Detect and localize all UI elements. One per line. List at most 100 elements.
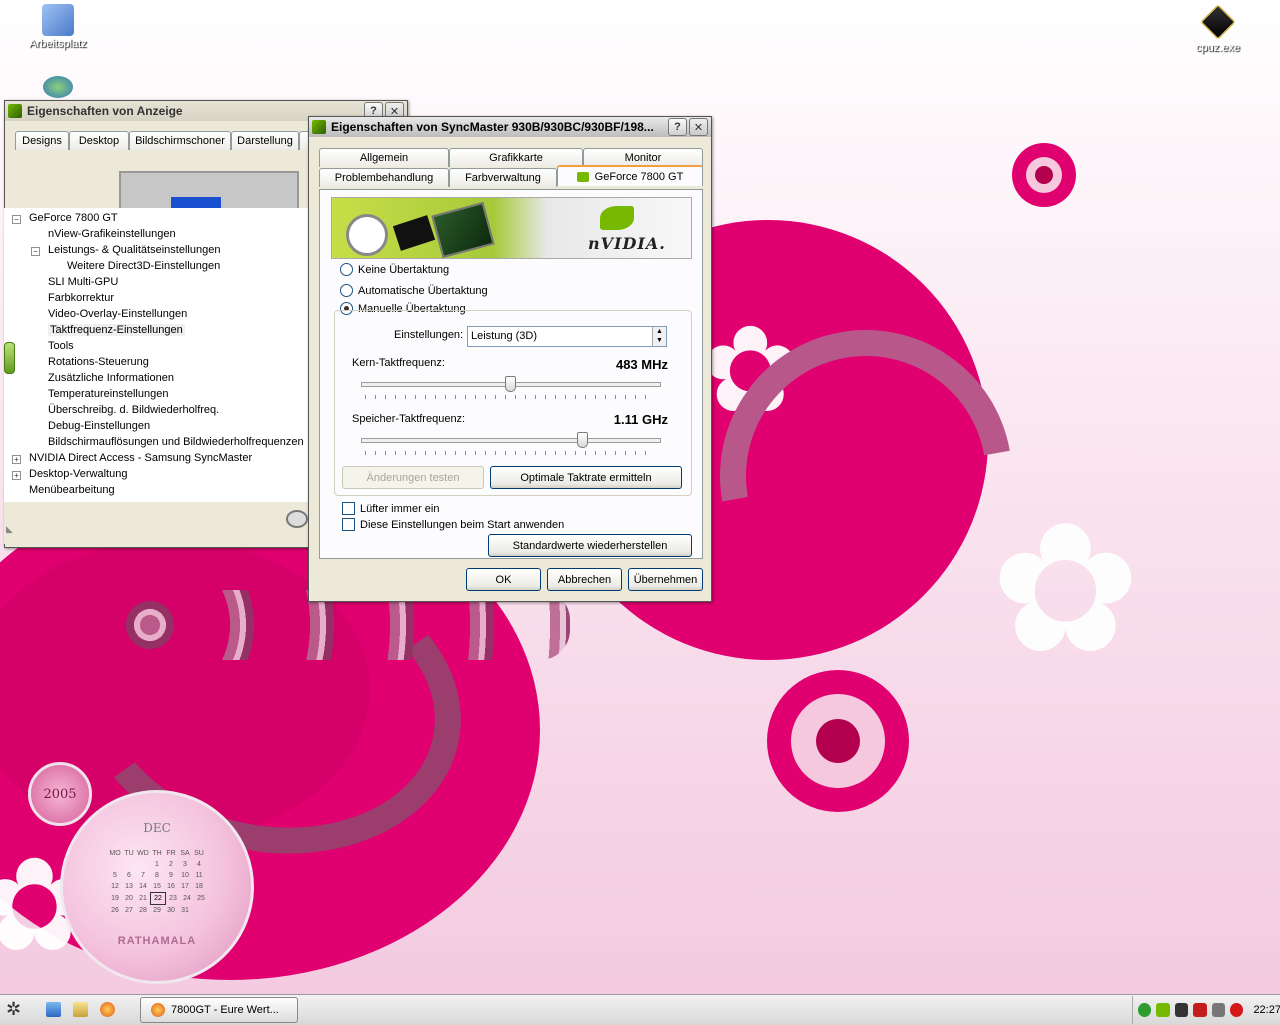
calendar-cell: 3 — [183, 861, 187, 868]
tree-item[interactable]: Rotations-Steuerung — [48, 356, 149, 368]
wallpaper-ring — [767, 670, 909, 812]
desktop-icon-arbeitsplatz[interactable]: Arbeitsplatz — [18, 4, 98, 50]
tree-item[interactable]: GeForce 7800 GT — [29, 212, 118, 224]
memory-clock-slider-thumb[interactable] — [576, 432, 588, 448]
calendar-year-badge: 2005 — [28, 762, 92, 826]
tree-item[interactable]: Tools — [48, 340, 74, 352]
tab-2[interactable]: Desktop — [69, 131, 129, 150]
calendar-cell: MO — [109, 850, 121, 857]
collapse-icon[interactable]: − — [31, 247, 40, 256]
overclock-radio-2[interactable]: Automatische Übertaktung — [340, 284, 488, 297]
core-clock-ticks — [365, 395, 655, 399]
help-button[interactable]: ? — [668, 118, 687, 136]
radio-dot[interactable] — [340, 284, 353, 297]
slide-handle-icon[interactable] — [4, 342, 15, 374]
tree-item[interactable]: Taktfrequenz-Einstellungen — [48, 324, 185, 336]
tab-row1-1[interactable]: Allgemein — [319, 148, 449, 167]
apply-at-startup-checkbox[interactable]: Diese Einstellungen beim Start anwenden — [342, 518, 564, 531]
settings-dropdown[interactable]: Leistung (3D) ▲ ▼ — [467, 326, 667, 347]
tree-item[interactable]: Farbkorrektur — [48, 292, 114, 304]
quicklaunch-explorer-icon[interactable] — [73, 1002, 88, 1017]
tree-item[interactable]: Leistungs- & Qualitätseinstellungen — [48, 244, 220, 256]
calendar-cell: 12 — [111, 883, 119, 890]
calendar-cell: 27 — [125, 907, 133, 914]
geforce-tab-panel: nVIDIA. Keine Übertaktung Automatische Üb… — [319, 189, 703, 559]
apply-button[interactable]: Übernehmen — [628, 568, 703, 591]
tree-item[interactable]: Bildschirmauflösungen und Bildwiederholf… — [48, 436, 304, 448]
tree-item[interactable]: Video-Overlay-Einstellungen — [48, 308, 187, 320]
calendar-month: DEC — [143, 821, 171, 835]
fan-always-on-checkbox[interactable]: Lüfter immer ein — [342, 502, 439, 515]
tab-4[interactable]: Darstellung — [231, 131, 299, 150]
memory-clock-slider-track[interactable] — [361, 438, 661, 443]
checkbox-box[interactable] — [342, 502, 355, 515]
syncmaster-properties-window: Eigenschaften von SyncMaster 930B/930BC/… — [308, 116, 712, 602]
tree-item[interactable]: nView-Grafikeinstellungen — [48, 228, 176, 240]
tab-1[interactable]: Designs — [15, 131, 69, 150]
checkbox-label: Lüfter immer ein — [360, 502, 440, 515]
tray-antivirus-icon[interactable] — [1174, 1003, 1189, 1017]
tab-row2-1[interactable]: Problembehandlung — [319, 168, 449, 187]
optimal-clock-button[interactable]: Optimale Taktrate ermitteln — [490, 466, 682, 489]
tab-row2-2[interactable]: Farbverwaltung — [449, 168, 557, 187]
calendar-cell: 5 — [113, 872, 117, 879]
calendar-cell: 19 — [111, 895, 119, 902]
firefox-icon — [151, 1003, 165, 1017]
overclock-radio-1[interactable]: Keine Übertaktung — [340, 263, 449, 276]
task-label: 7800GT - Eure Wert... — [171, 1004, 279, 1016]
calendar-cell: 18 — [195, 883, 203, 890]
tree-item[interactable]: Menübearbeitung — [29, 484, 115, 496]
quicklaunch-desktop-icon[interactable] — [46, 1002, 61, 1017]
tree-item[interactable]: SLI Multi-GPU — [48, 276, 118, 288]
tab-row2-3[interactable]: GeForce 7800 GT — [557, 165, 703, 186]
tray-alert-icon[interactable] — [1193, 1003, 1207, 1017]
nvidia-logo-icon — [600, 206, 634, 230]
desktop-icon-cpuz[interactable]: cpuz.exe — [1178, 4, 1258, 54]
tree-item[interactable]: NVIDIA Direct Access - Samsung SyncMaste… — [29, 452, 252, 464]
tree-item[interactable]: Temperatureinstellungen — [48, 388, 168, 400]
tray-network-icon[interactable] — [1138, 1003, 1152, 1017]
test-changes-button[interactable]: Änderungen testen — [342, 466, 484, 489]
resize-grip-icon[interactable]: ◣ — [6, 524, 13, 535]
tray-printer-icon[interactable] — [1211, 1003, 1226, 1017]
tray-security-icon[interactable] — [1230, 1003, 1244, 1017]
expand-icon[interactable]: + — [12, 471, 21, 480]
syncmaster-titlebar[interactable]: Eigenschaften von SyncMaster 930B/930BC/… — [309, 117, 711, 137]
core-clock-slider-thumb[interactable] — [505, 376, 516, 392]
calendar-cell: 30 — [167, 907, 175, 914]
close-button[interactable]: ✕ — [689, 118, 708, 136]
expand-icon[interactable]: + — [12, 455, 21, 464]
tree-item[interactable]: Weitere Direct3D-Einstellungen — [67, 260, 220, 272]
tab-label: Farbverwaltung — [465, 172, 541, 184]
taskbar-task-firefox[interactable]: 7800GT - Eure Wert... — [140, 997, 298, 1023]
start-button[interactable]: ✲ — [6, 999, 28, 1019]
dropdown-arrow-icon[interactable]: ▲ ▼ — [652, 327, 666, 346]
collapse-icon[interactable]: − — [12, 215, 21, 224]
calendar-cell: SU — [194, 850, 204, 857]
restore-defaults-button[interactable]: Standardwerte wiederherstellen — [488, 534, 692, 557]
desktop-icon-network[interactable] — [18, 76, 98, 100]
tree-bottom-area: ◣ — [4, 502, 316, 544]
ok-button[interactable]: OK — [466, 568, 541, 591]
radio-label: Keine Übertaktung — [358, 263, 450, 276]
tree-item[interactable]: Überschreibg. d. Bildwiederholfreq. — [48, 404, 219, 416]
calendar-cell: 13 — [125, 883, 133, 890]
gpu-chip-icon — [431, 201, 495, 258]
tray-clock: 22:27 — [1253, 1004, 1280, 1016]
tray-nvidia-icon[interactable] — [1156, 1003, 1170, 1017]
tab-label: Problembehandlung — [334, 172, 434, 184]
calendar-brand: RATHAMALA — [117, 935, 197, 947]
radio-dot[interactable] — [340, 263, 353, 276]
tab-3[interactable]: Bildschirmschoner — [129, 131, 231, 150]
checkbox-box[interactable] — [342, 518, 355, 531]
tree-item[interactable]: Zusätzliche Informationen — [48, 372, 174, 384]
cancel-button[interactable]: Abbrechen — [547, 568, 622, 591]
tree-item[interactable]: Desktop-Verwaltung — [29, 468, 127, 480]
quicklaunch-firefox-icon[interactable] — [100, 1002, 115, 1017]
tree-item[interactable]: Debug-Einstellungen — [48, 420, 150, 432]
nvidia-eye-icon[interactable] — [286, 510, 308, 528]
memory-clock-ticks — [365, 451, 655, 455]
network-icon — [43, 76, 73, 98]
calendar-cell: 16 — [167, 883, 175, 890]
system-tray: 22:27 — [1132, 996, 1280, 1024]
